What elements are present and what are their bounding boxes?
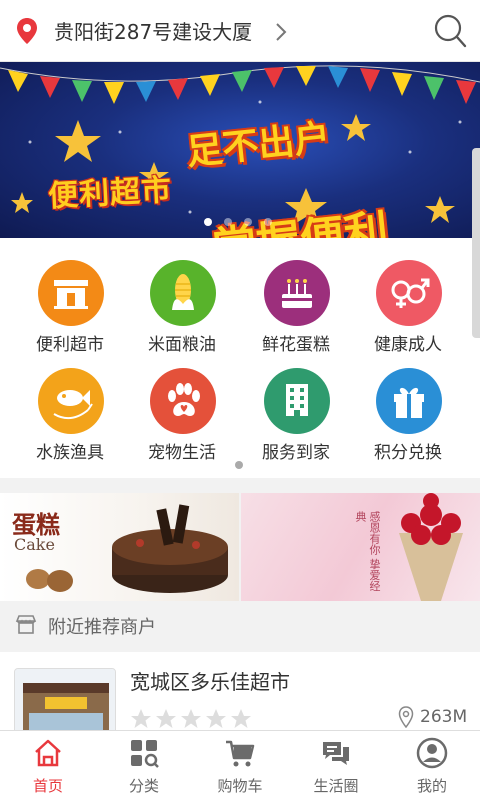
cart-icon: [226, 740, 255, 767]
banner-dot[interactable]: [204, 218, 212, 226]
category-adult-health[interactable]: 健康成人: [348, 242, 468, 355]
fish-icon: [53, 390, 93, 420]
rose-bouquet-image: [399, 493, 463, 601]
gender-icon: [391, 278, 430, 308]
side-drawer-handle[interactable]: [472, 148, 480, 338]
storefront-image: [15, 669, 115, 730]
tab-label: 生活圈: [313, 777, 359, 795]
location-header: 贵阳街287号建设大厦: [0, 0, 480, 62]
shop-icon: [15, 615, 37, 634]
tab-home[interactable]: 首页: [0, 731, 96, 800]
paw-icon: [168, 383, 200, 416]
category-convenience-store[interactable]: 便利超市: [10, 242, 130, 355]
walnut-image: [26, 569, 73, 592]
cake-image: [112, 504, 228, 593]
tab-label: 首页: [32, 777, 63, 795]
category-label: 水族渔具: [36, 443, 104, 463]
banner-dot[interactable]: [264, 218, 272, 226]
tab-label: 我的: [416, 777, 447, 795]
chat-icon: [323, 742, 349, 765]
cake-icon: [282, 279, 312, 308]
bottom-tab-bar: 首页 分类 购物车 生活圈 我的: [0, 730, 480, 800]
distance-pin-icon: [398, 706, 414, 728]
current-location-label[interactable]: 贵阳街287号建设大厦: [54, 16, 252, 45]
category-grain-oil[interactable]: 米面粮油: [122, 242, 242, 355]
banner-dot[interactable]: [224, 218, 232, 226]
promo-banner-carousel[interactable]: 足不出户 便利超市 掌握便利: [0, 62, 480, 238]
rating-stars: [131, 709, 251, 728]
tab-label: 分类: [128, 777, 159, 795]
tab-life-circle[interactable]: 生活圈: [288, 731, 384, 800]
category-aquarium-fishing[interactable]: 水族渔具: [10, 350, 130, 463]
category-label: 积分兑换: [374, 443, 442, 463]
tab-profile[interactable]: 我的: [384, 731, 480, 800]
profile-icon: [416, 737, 448, 769]
category-points-redeem[interactable]: 积分兑换: [348, 350, 468, 463]
flower-promo-banner[interactable]: 感恩有你 挚爱经典: [241, 493, 480, 601]
merchant-distance: 263M: [420, 707, 468, 727]
banner-pagination: [200, 218, 280, 230]
location-pin-icon: [17, 18, 37, 44]
category-icon: [131, 740, 159, 768]
category-label: 服务到家: [262, 443, 330, 463]
flower-promo-text: 感恩有你 挚爱经典: [354, 511, 381, 592]
banner-headline-left: 便利超市: [47, 172, 174, 215]
promo-row: 蛋糕 Cake 感恩有你 挚爱经典: [0, 493, 480, 601]
corn-icon: [172, 274, 194, 310]
category-grid: 便利超市 米面粮油 鲜花蛋糕 健康成人 水族渔具 宠物生活 服务到家 积分兑换: [0, 238, 480, 478]
category-label: 宠物生活: [148, 443, 216, 463]
cake-promo-subtitle: Cake: [14, 535, 55, 554]
tab-cart[interactable]: 购物车: [192, 731, 288, 800]
cake-promo-banner[interactable]: 蛋糕 Cake: [0, 493, 239, 601]
category-pet-life[interactable]: 宠物生活: [122, 350, 242, 463]
tab-category[interactable]: 分类: [96, 731, 192, 800]
gift-icon: [394, 387, 424, 418]
grid-page-indicator: [235, 461, 243, 469]
building-icon: [286, 384, 308, 416]
banner-dot[interactable]: [244, 218, 252, 226]
merchant-card[interactable]: 宽城区多乐佳超市 263M: [0, 652, 480, 730]
nearby-merchants-header: 附近推荐商户: [0, 602, 480, 648]
store-icon: [54, 280, 88, 309]
search-icon[interactable]: [432, 12, 468, 50]
merchant-thumbnail: [14, 668, 116, 730]
merchant-name: 宽城区多乐佳超市: [130, 670, 290, 694]
section-title: 附近推荐商户: [48, 617, 156, 638]
category-flowers-cake[interactable]: 鲜花蛋糕: [236, 242, 356, 355]
category-home-service[interactable]: 服务到家: [236, 350, 356, 463]
chevron-right-icon[interactable]: [274, 21, 288, 43]
home-icon: [35, 739, 61, 767]
tab-label: 购物车: [217, 777, 263, 795]
